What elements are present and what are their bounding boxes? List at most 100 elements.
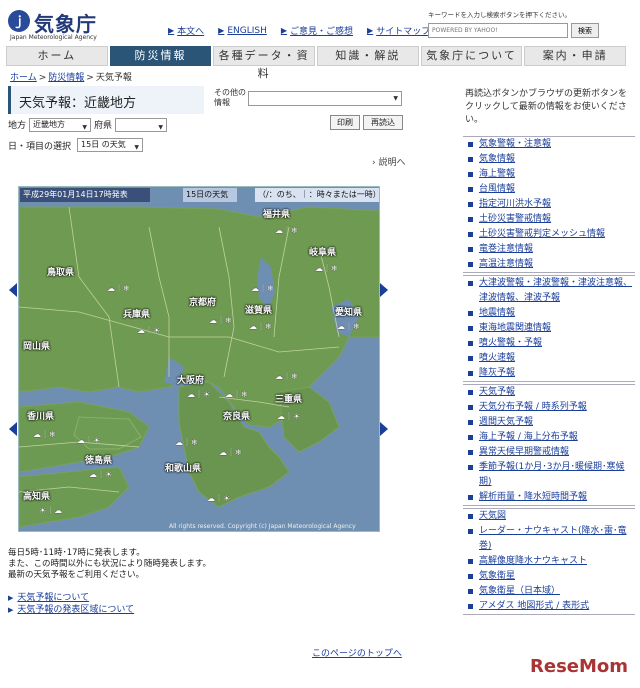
sidebar-item[interactable]: 高温注意情報 (463, 257, 635, 272)
link-english[interactable]: ▶ ENGLISH (218, 24, 267, 37)
cloud-sun-icon: ☁｜☀ (137, 326, 161, 335)
breadcrumb-home[interactable]: ホーム (10, 73, 37, 83)
note-line: 最新の天気予報をご利用ください。 (8, 570, 145, 580)
day-item-select[interactable]: 15日 の天気 ▼ (77, 138, 144, 152)
arrow-icon: ▶ (8, 606, 14, 614)
other-info-select[interactable]: ▼ (248, 91, 402, 106)
pref-label-tottori[interactable]: 鳥取県 (47, 265, 74, 278)
arrow-icon: ▶ (280, 26, 288, 35)
breadcrumb-disaster[interactable]: 防災情報 (48, 73, 84, 83)
link-forecast-areas[interactable]: ▶ 天気予報の発表区域について (8, 604, 134, 616)
next-area-arrow-icon[interactable] (380, 283, 388, 297)
page-top-link[interactable]: このページのトップへ (312, 646, 402, 659)
next-area-arrow-icon[interactable] (380, 422, 388, 436)
note-line: 毎日5時･11時･17時に発表します。 (8, 548, 145, 558)
cloud-snow-icon: ☁｜❄ (209, 316, 232, 325)
sidebar-item[interactable]: 季節予報(1か月･3か月･暖候期･寒候期) (463, 460, 635, 490)
tab-home[interactable]: ホーム (6, 46, 108, 66)
sidebar-item[interactable]: 異常天候早期警戒情報 (463, 445, 635, 460)
sidebar-item[interactable]: 高解像度降水ナウキャスト (463, 554, 635, 569)
pref-label-kagawa[interactable]: 香川県 (27, 409, 54, 422)
explain-link[interactable]: › 説明へ (372, 155, 405, 168)
search-hint: キーワードを入力し検索ボタンを押下ください。 (428, 11, 571, 19)
map-background (19, 187, 379, 531)
breadcrumb: ホーム > 防災情報 > 天気予報 (10, 70, 132, 83)
pref-label-osaka[interactable]: 大阪府 (177, 373, 204, 386)
cloud-snow-icon: ☁｜❄ (33, 430, 56, 439)
sidebar-item[interactable]: アメダス 地図形式 / 表形式 (463, 599, 635, 614)
sidebar-item[interactable]: 地震情報 (463, 306, 635, 321)
sidebar-item[interactable]: 噴火警報・予報 (463, 336, 635, 351)
arrow-icon: ▶ (218, 26, 225, 35)
map-issue-time: 平成29年01月14日17時発表 (20, 188, 150, 202)
sidebar-item[interactable]: レーダー・ナウキャスト(降水･雷･竜巻) (463, 524, 635, 554)
sidebar-item[interactable]: 降灰予報 (463, 366, 635, 381)
sidebar-group: 気象警報・注意報 気象情報 海上警報 台風情報 指定河川洪水予報 土砂災害警戒情報 土砂災害… (463, 136, 635, 273)
region-select[interactable]: 近畿地方 ▼ (29, 117, 92, 132)
sidebar-item[interactable]: 竜巻注意情報 (463, 242, 635, 257)
sidebar-item[interactable]: 噴火速報 (463, 351, 635, 366)
pref-label-wakayama[interactable]: 和歌山県 (165, 461, 201, 474)
tab-guide[interactable]: 案内・申請 (524, 46, 627, 66)
prev-area-arrow-icon[interactable] (9, 283, 17, 297)
pref-label-kochi[interactable]: 高知県 (23, 489, 50, 502)
search-button[interactable]: 検索 (571, 23, 599, 38)
sidebar-item[interactable]: 天気分布予報 / 時系列予報 (463, 400, 635, 415)
link-sitemap[interactable]: ▶ サイトマップ (367, 24, 430, 37)
sidebar-item[interactable]: 土砂災害警戒情報 (463, 212, 635, 227)
pref-label-mie[interactable]: 三重県 (275, 392, 302, 405)
sidebar-item[interactable]: 解析雨量・降水短時間予報 (463, 490, 635, 505)
sidebar-item[interactable]: 気象衛星（日本域） (463, 584, 635, 599)
page-title: 天気予報：近畿地方 (19, 96, 137, 111)
logo-text: 気象庁 (34, 12, 97, 36)
arrow-icon: ▶ (8, 594, 14, 602)
pref-label-kyoto[interactable]: 京都府 (189, 295, 216, 308)
sidebar-item[interactable]: 東海地震関連情報 (463, 321, 635, 336)
sidebar-item[interactable]: 気象警報・注意報 (463, 137, 635, 152)
tab-data[interactable]: 各種データ・資料 (213, 46, 316, 80)
sidebar-item[interactable]: 気象衛星 (463, 569, 635, 584)
reload-button[interactable]: 再読込 (363, 115, 403, 130)
sidebar-item[interactable]: 天気図 (463, 509, 635, 524)
sidebar-item[interactable]: 週間天気予報 (463, 415, 635, 430)
print-button[interactable]: 印刷 (330, 115, 360, 130)
cloud-snow-icon: ☁｜❄ (107, 284, 130, 293)
cloud-snow-icon: ☁｜❄ (275, 372, 298, 381)
pref-label-tokushima[interactable]: 徳島県 (85, 453, 112, 466)
sidebar-item[interactable]: 気象情報 (463, 152, 635, 167)
map-legend: （/：のち、｜：時々または一時） (255, 188, 379, 202)
tab-about[interactable]: 気象庁について (420, 46, 523, 66)
link-feedback[interactable]: ▶ ご意見・ご感想 (281, 24, 353, 37)
sidebar-item[interactable]: 海上予報 / 海上分布予報 (463, 430, 635, 445)
sidebar-item[interactable]: 大津波警報・津波警報・津波注意報、津波情報、津波予報 (463, 276, 635, 306)
prefecture-select[interactable]: ▼ (115, 117, 168, 132)
tab-disaster-info[interactable]: 防災情報 (109, 46, 212, 66)
map-header: 平成29年01月14日17時発表 15日の天気 （/：のち、｜：時々または一時） (19, 187, 379, 203)
map-copyright: All rights reserved. Copyright (c) Japan… (169, 523, 356, 530)
pref-label-gifu[interactable]: 岐阜県 (309, 245, 336, 258)
search-input[interactable] (428, 23, 568, 38)
sidebar-item[interactable]: 台風情報 (463, 182, 635, 197)
pref-label-shiga[interactable]: 滋賀県 (245, 303, 272, 316)
chevron-down-icon: ▼ (158, 123, 164, 131)
link-about-forecast[interactable]: ▶ 天気予報について (8, 592, 134, 604)
sidebar-item[interactable]: 天気予報 (463, 385, 635, 400)
region-row: 地方 近畿地方 ▼ 府県 ▼ (8, 117, 168, 132)
tab-knowledge[interactable]: 知識・解説 (317, 46, 419, 66)
prev-area-arrow-icon[interactable] (9, 422, 17, 436)
watermark-logo: ReseMom (530, 656, 629, 677)
pref-label-okayama[interactable]: 岡山県 (23, 339, 50, 352)
global-nav: ホーム 防災情報 各種データ・資料 知識・解説 気象庁について 案内・申請 (6, 46, 627, 80)
link-main-content[interactable]: ▶ 本文へ (168, 24, 204, 37)
pref-label-nara[interactable]: 奈良県 (223, 409, 250, 422)
sidebar-item[interactable]: 土砂災害警戒判定メッシュ情報 (463, 227, 635, 242)
pref-label-hyogo[interactable]: 兵庫県 (123, 307, 150, 320)
pref-label-fukui[interactable]: 福井県 (263, 207, 290, 220)
sidebar-item[interactable]: 海上警報 (463, 167, 635, 182)
cloud-sun-icon: ☁｜☀ (77, 436, 101, 445)
pref-label-aichi[interactable]: 愛知県 (335, 305, 362, 318)
sidebar-item[interactable]: 指定河川洪水予報 (463, 197, 635, 212)
day-select-row: 日・項目の選択 15日 の天気 ▼ (8, 138, 144, 152)
jma-logo[interactable]: ｊ 気象庁 Japan Meteorological Agency (8, 8, 128, 41)
jma-emblem-icon: ｊ (8, 10, 30, 32)
